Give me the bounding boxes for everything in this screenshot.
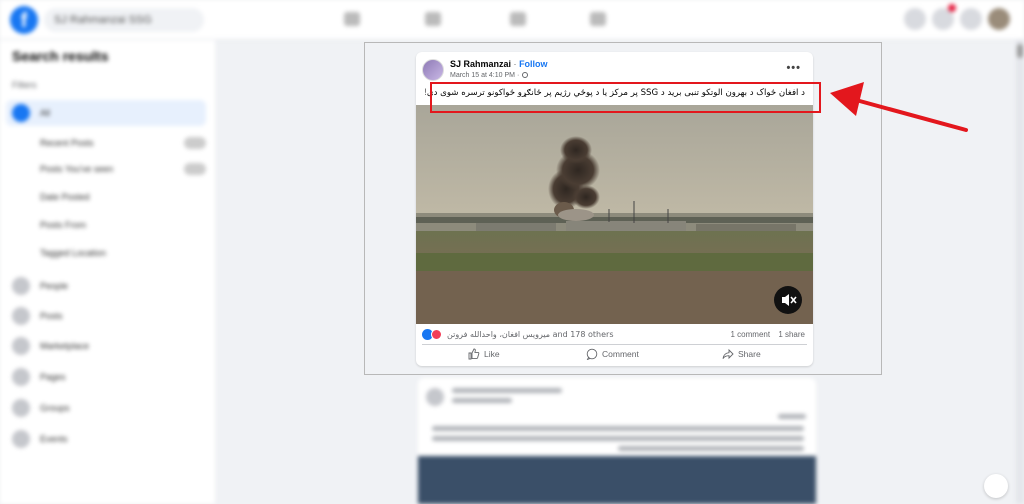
people-icon: [12, 277, 30, 295]
filter-option[interactable]: Recent Posts: [40, 134, 94, 152]
scrollbar-track[interactable]: [1016, 40, 1024, 504]
filter-option[interactable]: Tagged Location: [40, 244, 106, 262]
engagement-stats: 1 comment 1 share: [725, 330, 806, 339]
author-avatar[interactable]: [422, 59, 444, 81]
marketplace-icon: [12, 337, 30, 355]
marketplace-nav-icon[interactable]: [425, 12, 441, 26]
notifications-icon[interactable]: [960, 8, 982, 30]
filter-option[interactable]: Posts From: [40, 216, 86, 234]
sidebar-title: Search results: [12, 48, 109, 64]
pages-icon: [12, 368, 30, 386]
share-arrow-icon: [722, 348, 734, 360]
reactions-text[interactable]: میرویس افغان، واحدالله فروتن and 178 oth…: [447, 330, 614, 339]
notification-badge: [948, 4, 956, 12]
video-nav-icon[interactable]: [344, 12, 360, 26]
speaker-muted-icon: [782, 294, 797, 306]
share-label: Share: [738, 349, 761, 359]
toggle-switch[interactable]: [184, 137, 206, 149]
groups-nav-icon[interactable]: [510, 12, 526, 26]
search-sidebar: Search results Filters All Recent Posts …: [0, 40, 215, 504]
scrollbar-thumb[interactable]: [1017, 44, 1023, 58]
category-events[interactable]: Events: [40, 430, 68, 448]
category-people[interactable]: People: [40, 277, 68, 295]
category-posts[interactable]: Posts: [40, 307, 63, 325]
facebook-top-bar: f SJ Rahmanzai SSG: [0, 0, 1024, 40]
toggle-switch[interactable]: [184, 163, 206, 175]
speech-bubble-icon: [586, 348, 598, 360]
avatar: [426, 388, 444, 406]
help-button[interactable]: [984, 474, 1008, 498]
filter-option[interactable]: Date Posted: [40, 188, 90, 206]
category-groups[interactable]: Groups: [40, 399, 70, 417]
video-frame-explosion: [416, 105, 813, 324]
filter-option[interactable]: Posts You've seen: [40, 160, 113, 178]
comments-count[interactable]: 1 comment: [731, 330, 771, 339]
gaming-nav-icon[interactable]: [590, 12, 606, 26]
posts-icon: [12, 307, 30, 325]
filter-all[interactable]: All: [6, 100, 206, 126]
post-actions: Like Comment Share: [416, 346, 813, 364]
category-marketplace[interactable]: Marketplace: [40, 337, 89, 355]
blurred-text: [452, 388, 562, 393]
more-options-button[interactable]: •••: [786, 62, 801, 74]
divider: [422, 344, 807, 345]
love-reaction-icon: [431, 329, 442, 340]
filters-label: Filters: [12, 80, 37, 90]
blurred-text: [618, 446, 804, 451]
globe-icon: [522, 72, 529, 78]
mute-button[interactable]: [774, 286, 802, 314]
filter-all-label: All: [40, 108, 51, 118]
blurred-text: [432, 426, 804, 431]
comment-label: Comment: [602, 349, 639, 359]
post-video[interactable]: [416, 105, 813, 324]
category-pages[interactable]: Pages: [40, 368, 66, 386]
highlight-box: [430, 82, 821, 113]
follow-button[interactable]: Follow: [519, 59, 548, 69]
like-label: Like: [484, 349, 500, 359]
separator: ·: [513, 59, 517, 69]
thumbs-up-icon: [468, 348, 480, 360]
all-filter-icon: [12, 104, 30, 122]
groups-icon: [12, 399, 30, 417]
share-button[interactable]: Share: [722, 348, 761, 360]
next-post-video: [418, 456, 816, 504]
menu-icon[interactable]: [904, 8, 926, 30]
shares-count[interactable]: 1 share: [778, 330, 805, 339]
blurred-text: [432, 436, 804, 441]
comment-button[interactable]: Comment: [586, 348, 639, 360]
post-timestamp[interactable]: March 15 at 4:10 PM: [450, 72, 515, 79]
profile-avatar[interactable]: [988, 8, 1010, 30]
author-name[interactable]: SJ Rahmanzai: [450, 59, 511, 69]
like-button[interactable]: Like: [468, 348, 500, 360]
facebook-logo[interactable]: f: [10, 6, 38, 34]
blurred-text: [778, 414, 806, 419]
search-input[interactable]: SJ Rahmanzai SSG: [44, 8, 204, 32]
blurred-text: [452, 398, 512, 403]
post-header: SJ Rahmanzai · Follow: [450, 59, 548, 69]
separator: ·: [516, 72, 520, 79]
events-icon: [12, 430, 30, 448]
post-meta: March 15 at 4:10 PM ·: [450, 72, 529, 79]
